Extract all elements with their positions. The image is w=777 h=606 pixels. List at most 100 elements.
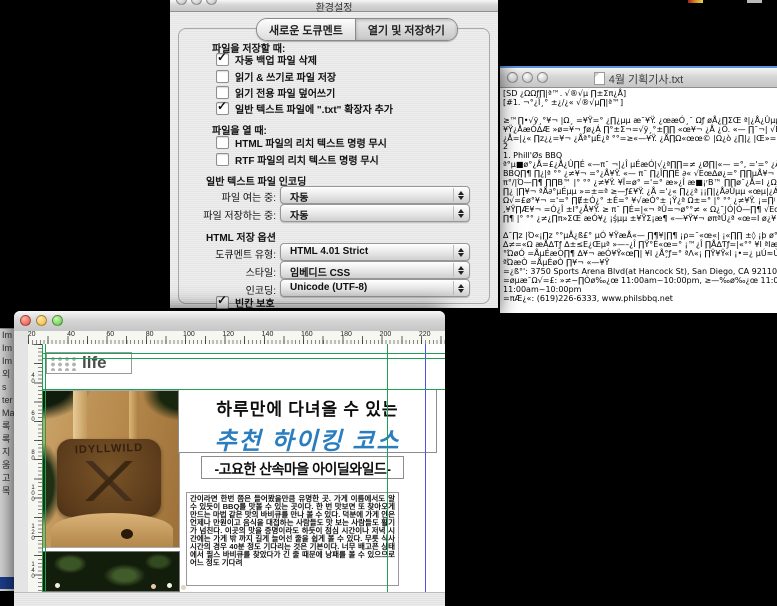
tab-new-document[interactable]: 새로운 도큐멘트: [257, 19, 355, 40]
preferences-dialog: 환경설정 새로운 도큐멘트 열기 및 저장하기 파일을 저장할 때: 자동 백업…: [170, 0, 498, 308]
checkbox-label: 읽기 & 쓰기로 파일 저장: [235, 69, 336, 84]
popup-row-save-encoding: 파일 저장하는 중: 자동: [170, 204, 498, 221]
background-window-sliver: [747, 0, 762, 3]
ruler-number: 100: [30, 485, 36, 503]
popup-label: 도큐멘트 유형:: [215, 246, 276, 261]
people-dots: [55, 583, 60, 588]
window-bottom-strip: [14, 592, 445, 606]
checkbox-delete-backup[interactable]: 자동 백업 파일 삭제: [216, 53, 317, 66]
checkbox-overwrite-readonly[interactable]: 읽기 전용 파일 덮어쓰기: [216, 86, 335, 99]
html-section-label: HTML 저장 옵션: [206, 229, 276, 244]
ruler-number: 120: [222, 331, 234, 338]
popup-row-doc-type: 도큐멘트 유형: HTML 4.01 Strict: [170, 243, 498, 260]
document-icon: [594, 72, 605, 85]
subhead-text: -고요한 산속마을 아이딜와일드-: [202, 459, 403, 479]
carving-text: IDYLLWILD: [57, 441, 161, 457]
carved-shield: IDYLLWILD: [57, 439, 161, 517]
headline-frame[interactable]: 하루만에 다녀올 수 있는 추천 하이킹 코스: [178, 389, 437, 453]
body-text: 간이라면 한번 쯤은 들어봤을만큼 유명한 곳. 가게 이름에서도 알 수 있듯…: [187, 493, 398, 569]
tab-open-save[interactable]: 열기 및 저장하기: [355, 19, 457, 40]
guide-vertical-blue: [425, 344, 426, 592]
ruler-number: 200: [380, 331, 392, 338]
forest-photo[interactable]: [42, 551, 180, 592]
checkbox-append-txt[interactable]: 일반 텍스트 파일에 ".txt" 확장자 추가: [216, 102, 393, 115]
checkbox-icon: [216, 153, 229, 166]
preferences-tabs: 새로운 도큐멘트 열기 및 저장하기: [256, 18, 458, 41]
carved-base: [51, 513, 173, 547]
zoom-button[interactable]: [52, 315, 63, 326]
carved-hole: [121, 529, 133, 539]
popup-label: 파일 여는 중:: [222, 189, 276, 204]
checkbox-icon: [216, 86, 229, 99]
horizontal-ruler: 20406080100120140160180200220: [28, 331, 445, 345]
text-content[interactable]: [SD ¿ΩΩƒ∏|ª™. √®√μ ∏±Σπ¿Å][#1. ¬°¿Î¸° ±¿…: [500, 87, 777, 313]
checkbox-label: 자동 백업 파일 삭제: [235, 52, 317, 67]
checkbox-icon: [216, 53, 229, 66]
encoding-popup[interactable]: Unicode (UTF-8): [280, 279, 470, 297]
popup-arrows-icon: [453, 245, 467, 259]
vertical-ruler: 20 40 60 80 100 120 140: [28, 344, 43, 605]
checkbox-label: 일반 텍스트 파일에 ".txt" 확장자 추가: [235, 101, 393, 116]
ruler-number: 120: [30, 524, 36, 542]
headline-line2: 추천 하이킹 코스: [179, 421, 436, 456]
window-titlebar: 4월 기획기사.txt: [500, 68, 777, 88]
guide-vertical-green: [42, 344, 43, 592]
popup-label: 스타일:: [246, 264, 276, 279]
ruler-number: 60: [30, 411, 36, 423]
minimize-button[interactable]: [36, 315, 47, 326]
ruler-number: 20: [30, 344, 36, 347]
subhead-frame[interactable]: -고요한 산속마을 아이딜와일드-: [201, 456, 404, 479]
ruler-number: 40: [67, 331, 75, 338]
text-document-window: 4월 기획기사.txt [SD ¿ΩΩƒ∏|ª™. √®√μ ∏±Σπ¿Å][#…: [500, 66, 777, 313]
guide-horizontal-green: [42, 389, 445, 390]
popup-row-style: 스타일: 임베디드 CSS: [170, 261, 498, 278]
layout-document-window: 20406080100120140160180200220 2040608010…: [14, 311, 445, 605]
popup-arrows-icon: [453, 263, 467, 277]
checkbox-icon: [216, 136, 229, 149]
checkbox-label: RTF 파일의 리치 텍스트 명령 무시: [235, 152, 379, 167]
headline-line1: 하루만에 다녀올 수 있는: [179, 395, 436, 420]
guide-vertical-green: [387, 344, 388, 592]
guide-horizontal-green: [42, 353, 445, 354]
text-line: ∏¶ |° °° ¿≠¿∏π»ΣŒ æÓ¥¿ ¡ş́μμ ±¥ŸΣ¡æ¶ «—¥…: [503, 215, 775, 224]
guide-horizontal-green: [42, 358, 445, 359]
wood-plank: [73, 391, 87, 439]
ruler-number: 180: [340, 331, 352, 338]
ruler-number: 60: [106, 331, 114, 338]
checkbox-save-readwrite[interactable]: 읽기 & 쓰기로 파일 저장: [216, 70, 336, 83]
open-encoding-popup[interactable]: 자동: [280, 186, 470, 204]
text-line: =πÆ¿«: (619)226-6333, www.philsbbq.net: [503, 295, 775, 304]
logo-frame[interactable]: life: [46, 352, 132, 374]
window-titlebar: [14, 311, 445, 332]
ruler-number: 80: [30, 450, 36, 462]
popup-arrows-icon: [453, 206, 467, 220]
text-line: [#1. ¬°¿Î¸° ±¿/¿« √®√μ∏|ª™]: [503, 99, 775, 108]
body-text-frame[interactable]: 간이라면 한번 쯤은 들어봤을만큼 유명한 곳. 가게 이름에서도 알 수 있듯…: [186, 492, 399, 586]
background-window-sliver: [688, 0, 703, 3]
document-type-popup[interactable]: HTML 4.01 Strict: [280, 243, 470, 261]
ruler-number: 20: [28, 331, 36, 338]
dialog-titlebar: 환경설정: [170, 0, 498, 12]
checkbox-icon: [216, 102, 229, 115]
close-button[interactable]: [20, 315, 31, 326]
ruler-number: 40: [30, 373, 36, 385]
wood-plank: [129, 391, 139, 441]
window-left-edge: [14, 331, 29, 605]
ruler-number: 220: [419, 331, 431, 338]
popup-arrows-icon: [453, 281, 467, 295]
checkbox-icon: [216, 70, 229, 83]
checkbox-ignore-rtf-rich[interactable]: RTF 파일의 리치 텍스트 명령 무시: [216, 153, 379, 166]
checkbox-ignore-html-rich[interactable]: HTML 파일의 리치 텍스트 명령 무시: [216, 136, 387, 149]
guide-vertical-green: [45, 344, 46, 592]
style-popup[interactable]: 임베디드 CSS: [280, 261, 470, 279]
ruler-number: 140: [30, 562, 36, 580]
idyllwild-carving-photo[interactable]: IDYLLWILD: [42, 390, 180, 548]
ruler-number: 140: [262, 331, 274, 338]
save-encoding-popup[interactable]: 자동: [280, 204, 470, 222]
carved-mountains: [75, 461, 143, 501]
ruler-number: 100: [183, 331, 195, 338]
text-line: ¿Å=|¿« ∏z¿¿=¥¬ ¿Åª°μÉ¿ª °°=≥«—¥Ÿ. ¿Å∏Ω«œ…: [503, 135, 775, 144]
page-canvas[interactable]: life IDYLLWILD 하루만에 다녀올 수 있는 추천 하이킹 코스 -…: [42, 344, 445, 592]
popup-label: 파일 저장하는 중:: [203, 207, 276, 222]
checkbox-preserve-blank[interactable]: 빈칸 보호: [216, 296, 275, 309]
